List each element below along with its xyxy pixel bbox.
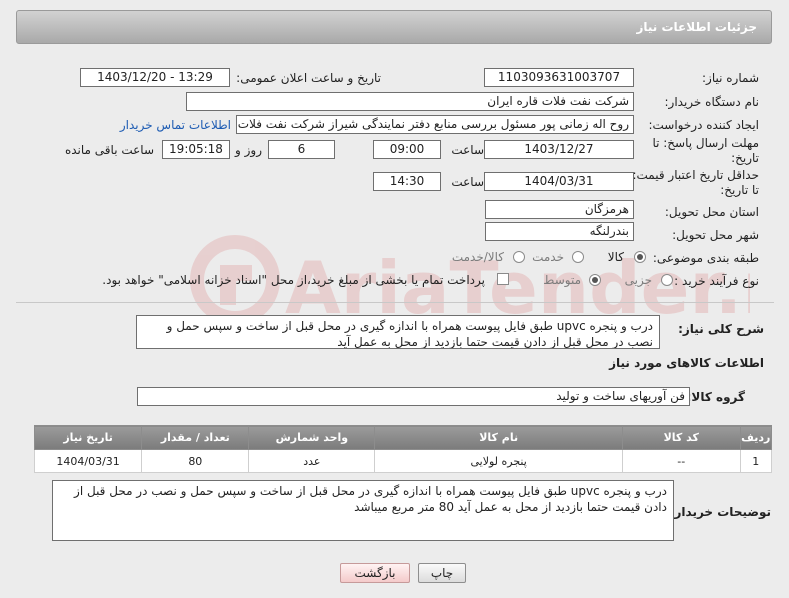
process-option-medium: متوسط — [543, 273, 581, 287]
city-label: شهر محل تحویل: — [672, 228, 759, 242]
need-number-field: 1103093631003707 — [484, 68, 634, 87]
announce-label: تاریخ و ساعت اعلان عمومی: — [236, 71, 381, 85]
remaining-label: ساعت باقی مانده — [64, 143, 154, 157]
province-label: استان محل تحویل: — [664, 205, 759, 219]
goods-group-label: گروه کالا: — [686, 390, 745, 404]
col-qty-header: تعداد / مقدار — [141, 425, 250, 450]
validity-time-field: 14:30 — [373, 172, 441, 191]
deadline-date-field: 1403/12/27 — [484, 140, 634, 159]
deadline-label: مهلت ارسال پاسخ: تا تاریخ: — [652, 136, 759, 165]
cell-date: 1404/03/31 — [33, 449, 143, 473]
cell-qty: 80 — [141, 449, 250, 473]
creator-field: روح اله زمانی پور مسئول بررسی منابع دفتر… — [236, 115, 634, 134]
buyer-org-label: نام دستگاه خریدار: — [664, 95, 760, 109]
need-number-label: شماره نیاز: — [702, 71, 759, 85]
treasury-checkbox[interactable] — [497, 273, 509, 285]
cell-name: پنجره لولایی — [374, 449, 623, 473]
page-title: جزئیات اطلاعات نیاز — [636, 20, 757, 34]
category-option-goods-service: کالا/خدمت — [451, 250, 504, 264]
cell-code: -- — [621, 449, 741, 473]
print-button[interactable]: چاپ — [418, 563, 466, 583]
validity-date-field: 1404/03/31 — [484, 172, 634, 191]
contact-buyer-link[interactable]: اطلاعات تماس خریدار — [120, 118, 231, 132]
announce-field: 1403/12/20 - 13:29 — [80, 68, 230, 87]
col-row-header: ردیف — [739, 425, 773, 450]
province-field: هرمزگان — [485, 200, 634, 219]
cell-unit: عدد — [248, 449, 376, 473]
city-field: بندرلنگه — [485, 222, 634, 241]
goods-group-field: فن آوریهای ساخت و تولید — [137, 387, 690, 406]
category-option-goods: کالا — [607, 250, 624, 264]
buyer-notes-label: توضیحات خریدار: — [669, 505, 771, 519]
remaining-time-field: 19:05:18 — [162, 140, 230, 159]
process-radio-medium[interactable] — [589, 274, 601, 286]
description-label: شرح کلی نیاز: — [678, 322, 764, 336]
col-date-header: تاریخ نیاز — [33, 425, 143, 450]
process-radio-minor[interactable] — [661, 274, 673, 286]
goods-section-title: اطلاعات کالاهای مورد نیاز — [609, 356, 764, 370]
category-radio-service[interactable] — [572, 251, 584, 263]
back-button[interactable]: بازگشت — [340, 563, 410, 583]
cell-row: 1 — [739, 449, 773, 473]
buyer-org-field: شرکت نفت فلات قاره ایران — [186, 92, 634, 111]
table-row: 1 -- پنجره لولایی عدد 80 1404/03/31 — [33, 449, 773, 473]
category-label: طبقه بندی موضوعی: — [652, 251, 759, 265]
category-radio-goods[interactable] — [634, 251, 646, 263]
panel-header: جزئیات اطلاعات نیاز — [16, 10, 772, 44]
creator-label: ایجاد کننده درخواست: — [648, 118, 759, 132]
validity-time-label: ساعت — [451, 175, 484, 189]
col-name-header: نام کالا — [374, 425, 623, 450]
category-option-service: خدمت — [532, 250, 564, 264]
category-radio-goods-service[interactable] — [513, 251, 525, 263]
col-code-header: کد کالا — [621, 425, 741, 450]
process-label: نوع فرآیند خرید : — [674, 274, 759, 288]
col-unit-header: واحد شمارش — [248, 425, 376, 450]
process-option-minor: جزیی — [624, 273, 652, 287]
validity-label: حداقل تاریخ اعتبار قیمت: تا تاریخ: — [632, 168, 759, 197]
table-header-row: ردیف کد کالا نام کالا واحد شمارش تعداد /… — [33, 425, 773, 450]
days-field: 6 — [268, 140, 335, 159]
payment-note: پرداخت تمام یا بخشی از مبلغ خرید،از محل … — [102, 273, 485, 287]
description-field: درب و پنجره upvc طبق فایل پیوست همراه با… — [136, 315, 660, 349]
days-label: روز و — [235, 143, 262, 157]
deadline-time-label: ساعت — [451, 143, 484, 157]
deadline-time-field: 09:00 — [373, 140, 441, 159]
goods-table: ردیف کد کالا نام کالا واحد شمارش تعداد /… — [33, 425, 773, 473]
buyer-notes-field: درب و پنجره upvc طبق فایل پیوست همراه با… — [52, 480, 674, 541]
